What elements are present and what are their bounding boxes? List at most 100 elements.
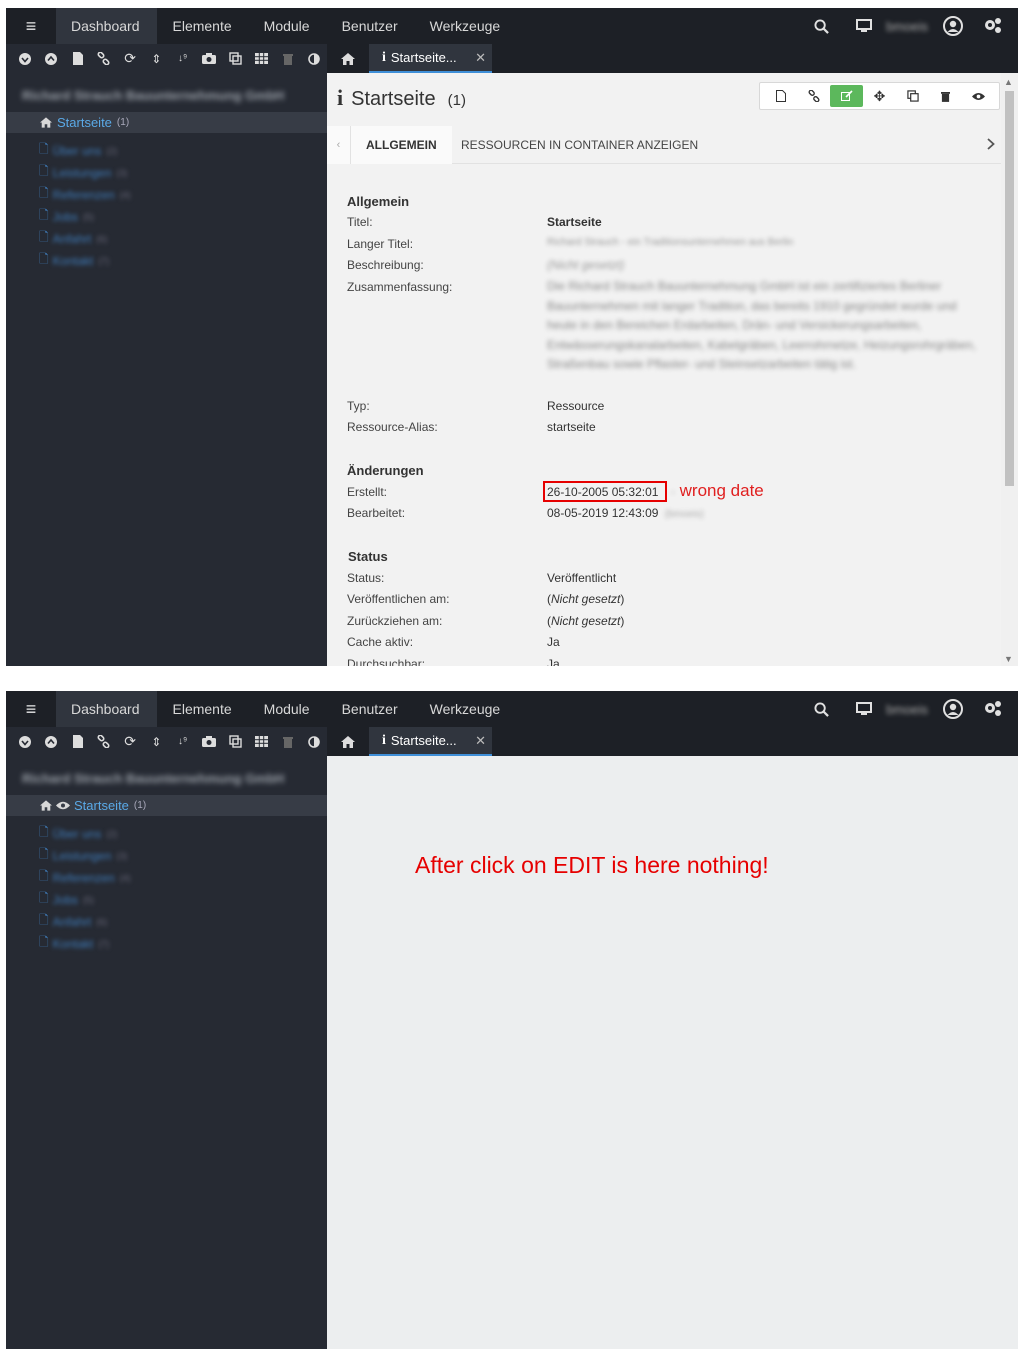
grid-icon[interactable] <box>248 44 274 73</box>
tree-node-label: Jobs <box>52 209 79 224</box>
sort-icon[interactable]: ⇕ <box>143 727 169 756</box>
nav-dashboard[interactable]: Dashboard <box>56 8 157 44</box>
tree-node[interactable]: 🗋 Leistungen (3) <box>39 845 127 866</box>
tree-node-startseite[interactable]: Startseite (1) <box>6 795 327 816</box>
document-icon: 🗋 <box>39 869 49 883</box>
preview-button[interactable] <box>962 85 995 107</box>
camera-icon[interactable] <box>196 727 222 756</box>
close-icon[interactable]: ✕ <box>475 733 486 749</box>
tree-node-label: Startseite <box>57 115 112 130</box>
page-header: i Startseite (1) <box>337 85 466 111</box>
move-button[interactable]: ✥ <box>863 85 896 107</box>
search-icon[interactable] <box>800 701 842 717</box>
nav-dashboard[interactable]: Dashboard <box>56 691 157 727</box>
expand-all-icon[interactable] <box>12 727 38 756</box>
sort-icon[interactable]: ⇕ <box>143 44 169 73</box>
home-icon[interactable] <box>327 44 369 73</box>
hamburger-icon[interactable]: ≡ <box>6 691 56 727</box>
tree-node-startseite[interactable]: Startseite (1) <box>6 112 327 133</box>
weblink-icon[interactable] <box>91 44 117 73</box>
gears-icon[interactable] <box>968 700 1018 718</box>
sub-bar: ⟳ ⇕ ↓⁹ i Startseite... ✕ <box>6 727 1018 756</box>
delete-button[interactable] <box>929 85 962 107</box>
sort-numeric-icon[interactable]: ↓⁹ <box>170 44 196 73</box>
scroll-up-icon[interactable]: ▲ <box>1004 77 1013 87</box>
page-id: (1) <box>447 92 466 109</box>
chevron-right-icon[interactable] <box>987 138 995 153</box>
trash-icon[interactable] <box>275 727 301 756</box>
contrast-icon[interactable] <box>301 727 327 756</box>
tree-site-name[interactable]: Richard Strauch Bauunternehmung GmbH <box>22 771 284 786</box>
nav-werkzeuge[interactable]: Werkzeuge <box>414 8 517 44</box>
tree-node[interactable]: 🗋 Anfahrt (6) <box>39 228 107 249</box>
username[interactable]: bmoeis <box>886 702 928 717</box>
user-circle-icon[interactable] <box>938 699 968 719</box>
nav-elemente[interactable]: Elemente <box>157 8 248 44</box>
tree-node[interactable]: 🗋 Anfahrt (6) <box>39 911 107 932</box>
nav-benutzer[interactable]: Benutzer <box>326 691 414 727</box>
tree-node-label: Startseite <box>74 798 129 813</box>
label-beschreibung: Beschreibung: <box>347 258 424 272</box>
label-veroeffentlichen: Veröffentlichen am: <box>347 592 450 606</box>
tree-node[interactable]: 🗋 Referenzen (4) <box>39 867 131 888</box>
collapse-all-icon[interactable] <box>38 44 64 73</box>
label-bearbeitet: Bearbeitet: <box>347 506 406 520</box>
tree-node[interactable]: 🗋 Leistungen (3) <box>39 162 127 183</box>
tree-site-name[interactable]: Richard Strauch Bauunternehmung GmbH <box>22 88 284 103</box>
nav-elemente[interactable]: Elemente <box>157 691 248 727</box>
home-icon[interactable] <box>327 727 369 756</box>
refresh-icon[interactable]: ⟳ <box>117 44 143 73</box>
username[interactable]: bmoeis <box>886 19 928 34</box>
camera-icon[interactable] <box>196 44 222 73</box>
nav-module[interactable]: Module <box>248 8 326 44</box>
monitor-icon[interactable] <box>842 19 886 33</box>
tree-node[interactable]: 🗋 Über uns (2) <box>39 140 117 161</box>
nav-benutzer[interactable]: Benutzer <box>326 8 414 44</box>
user-circle-icon[interactable] <box>938 16 968 36</box>
scroll-down-icon[interactable]: ▼ <box>1004 654 1013 664</box>
edit-button[interactable] <box>830 85 863 107</box>
trash-icon[interactable] <box>275 44 301 73</box>
gears-icon[interactable] <box>968 17 1018 35</box>
home-icon <box>40 800 52 811</box>
tree-node[interactable]: 🗋 Referenzen (4) <box>39 184 131 205</box>
document-tabs: i Startseite... ✕ <box>327 727 492 756</box>
tree-node-count: (7) <box>98 255 110 266</box>
tree-node[interactable]: 🗋 Kontakt (7) <box>39 250 109 271</box>
tab-allgemein[interactable]: ALLGEMEIN <box>351 126 452 164</box>
refresh-icon[interactable]: ⟳ <box>117 727 143 756</box>
eye-icon <box>56 801 70 810</box>
link-button[interactable] <box>797 85 830 107</box>
nav-werkzeuge[interactable]: Werkzeuge <box>414 691 517 727</box>
scrollbar-thumb[interactable] <box>1005 91 1014 486</box>
tab-startseite[interactable]: i Startseite... ✕ <box>369 44 492 73</box>
tree-node[interactable]: 🗋 Jobs (5) <box>39 206 94 227</box>
duplicate-icon[interactable] <box>222 44 248 73</box>
hamburger-icon[interactable]: ≡ <box>6 8 56 44</box>
value-beschreibung: (Nicht gesetzt) <box>547 258 625 272</box>
contrast-icon[interactable] <box>301 44 327 73</box>
new-document-button[interactable] <box>764 85 797 107</box>
monitor-icon[interactable] <box>842 702 886 716</box>
tree-node[interactable]: 🗋 Kontakt (7) <box>39 933 109 954</box>
value-text: Nicht gesetzt <box>551 592 621 606</box>
screenshot-before-edit: ≡ Dashboard Elemente Module Benutzer Wer… <box>6 8 1018 666</box>
search-icon[interactable] <box>800 18 842 34</box>
weblink-icon[interactable] <box>91 727 117 756</box>
tree-node[interactable]: 🗋 Jobs (5) <box>39 889 94 910</box>
chevron-left-icon[interactable]: ‹ <box>327 126 351 164</box>
grid-icon[interactable] <box>248 727 274 756</box>
new-document-icon[interactable] <box>65 727 91 756</box>
tab-ressourcen[interactable]: RESSOURCEN IN CONTAINER ANZEIGEN <box>461 126 698 164</box>
close-icon[interactable]: ✕ <box>475 50 486 66</box>
expand-all-icon[interactable] <box>12 44 38 73</box>
tab-startseite[interactable]: i Startseite... ✕ <box>369 727 492 756</box>
collapse-all-icon[interactable] <box>38 727 64 756</box>
sort-numeric-icon[interactable]: ↓⁹ <box>170 727 196 756</box>
vertical-scrollbar[interactable]: ▲ ▼ <box>1001 73 1018 666</box>
duplicate-button[interactable] <box>896 85 929 107</box>
nav-module[interactable]: Module <box>248 691 326 727</box>
duplicate-icon[interactable] <box>222 727 248 756</box>
new-document-icon[interactable] <box>65 44 91 73</box>
tree-node[interactable]: 🗋 Über uns (2) <box>39 823 117 844</box>
